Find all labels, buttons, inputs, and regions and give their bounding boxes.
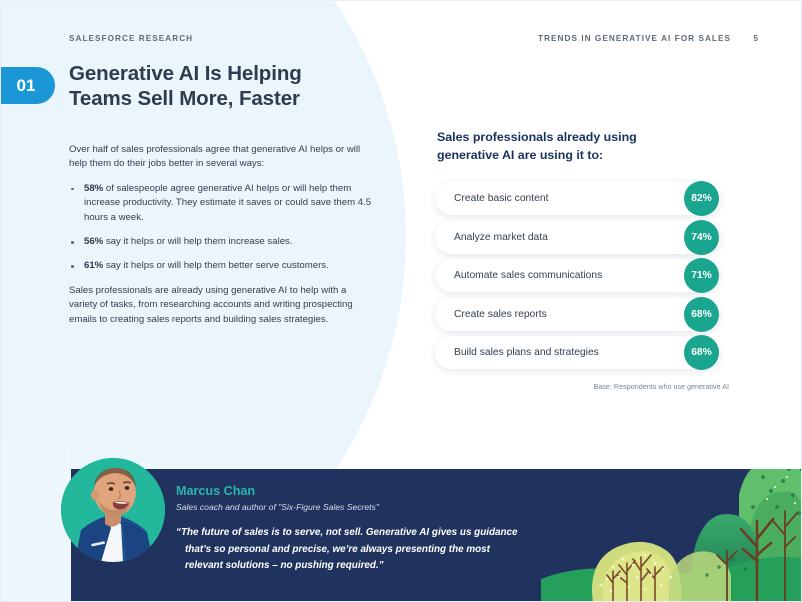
- quote-author-role: Sales coach and author of "Six-Figure Sa…: [176, 502, 379, 512]
- header-brand-label: SALESFORCE RESEARCH: [69, 34, 194, 43]
- chart-bar-value: 82%: [684, 181, 719, 216]
- chart-bar-row: Analyze market data 74%: [435, 219, 720, 255]
- chart-bar-list: Create basic content 82% Analyze market …: [435, 181, 725, 375]
- bullet-text-1: of salespeople agree generative AI helps…: [84, 182, 372, 223]
- chart-title: Sales professionals already using genera…: [437, 129, 699, 164]
- list-item: 58% of salespeople agree generative AI h…: [69, 182, 374, 225]
- chart-bar-label: Automate sales communications: [454, 270, 603, 281]
- page-title-line-1: Generative AI Is Helping: [69, 62, 302, 85]
- chart-bar-value: 68%: [684, 296, 719, 332]
- list-item: 56% say it helps or will help them incre…: [69, 235, 374, 249]
- quote-line-3: relevant solutions – no pushing required…: [185, 560, 384, 572]
- bullet-stat-2: 56%: [84, 236, 104, 248]
- body-closing-paragraph: Sales professionals are already using ge…: [69, 284, 353, 325]
- avatar: [61, 458, 165, 562]
- header-page-number: 5: [753, 34, 759, 43]
- bullet-text-3: say it helps or will help them better se…: [103, 260, 329, 272]
- chart-bar-row: Create basic content 82%: [435, 181, 720, 216]
- chart-base-note: Base: Respondents who use generative AI: [593, 382, 729, 391]
- stat-bullet-list: 58% of salespeople agree generative AI h…: [69, 182, 374, 274]
- page-title: Generative AI Is Helping Teams Sell More…: [69, 61, 399, 111]
- quote-line-1: “The future of sales is to serve, not se…: [176, 527, 518, 538]
- body-column: Over half of sales professionals agree t…: [69, 143, 374, 337]
- quote-author-name: Marcus Chan: [176, 484, 256, 498]
- chart-bar-value: 74%: [684, 219, 719, 255]
- chart-bar-label: Create sales reports: [454, 308, 547, 320]
- forest-illustration: [541, 469, 801, 601]
- list-item: 61% say it helps or will help them bette…: [69, 259, 374, 273]
- section-number-badge: 01: [1, 67, 55, 104]
- chart-title-line-2: generative AI are using it to:: [437, 147, 604, 162]
- quote-line-2: that’s so personal and precise, we’re al…: [185, 543, 490, 555]
- chart-bar-row: Automate sales communications 71%: [435, 258, 720, 293]
- quote-text: “The future of sales is to serve, not se…: [176, 525, 576, 575]
- chart-bar-value: 71%: [684, 258, 719, 293]
- chart-bar-label: Create basic content: [454, 193, 549, 204]
- chart-bar-row: Build sales plans and strategies 68%: [435, 335, 720, 370]
- chart-bar-row: Create sales reports 68%: [435, 296, 720, 332]
- section-number-label: 01: [16, 75, 36, 95]
- avatar-portrait: [61, 458, 165, 562]
- background-bottom-strip: [1, 441, 71, 601]
- body-intro-paragraph: Over half of sales professionals agree t…: [69, 144, 361, 170]
- page-title-line-2: Teams Sell More, Faster: [69, 87, 300, 110]
- chart-bar-value: 68%: [684, 335, 719, 370]
- slide-page: SALESFORCE RESEARCH TRENDS IN GENERATIVE…: [0, 0, 802, 602]
- chart-bar-label: Build sales plans and strategies: [454, 347, 599, 358]
- page-header: SALESFORCE RESEARCH TRENDS IN GENERATIVE…: [1, 34, 801, 52]
- chart-title-line-1: Sales professionals already using: [437, 130, 637, 144]
- bullet-text-2: say it helps or will help them increase …: [103, 236, 293, 248]
- bullet-stat-3: 61%: [84, 260, 104, 272]
- chart-bar-label: Analyze market data: [454, 231, 548, 243]
- header-report-title: TRENDS IN GENERATIVE AI FOR SALES: [538, 34, 731, 43]
- bullet-stat-1: 58%: [84, 182, 104, 194]
